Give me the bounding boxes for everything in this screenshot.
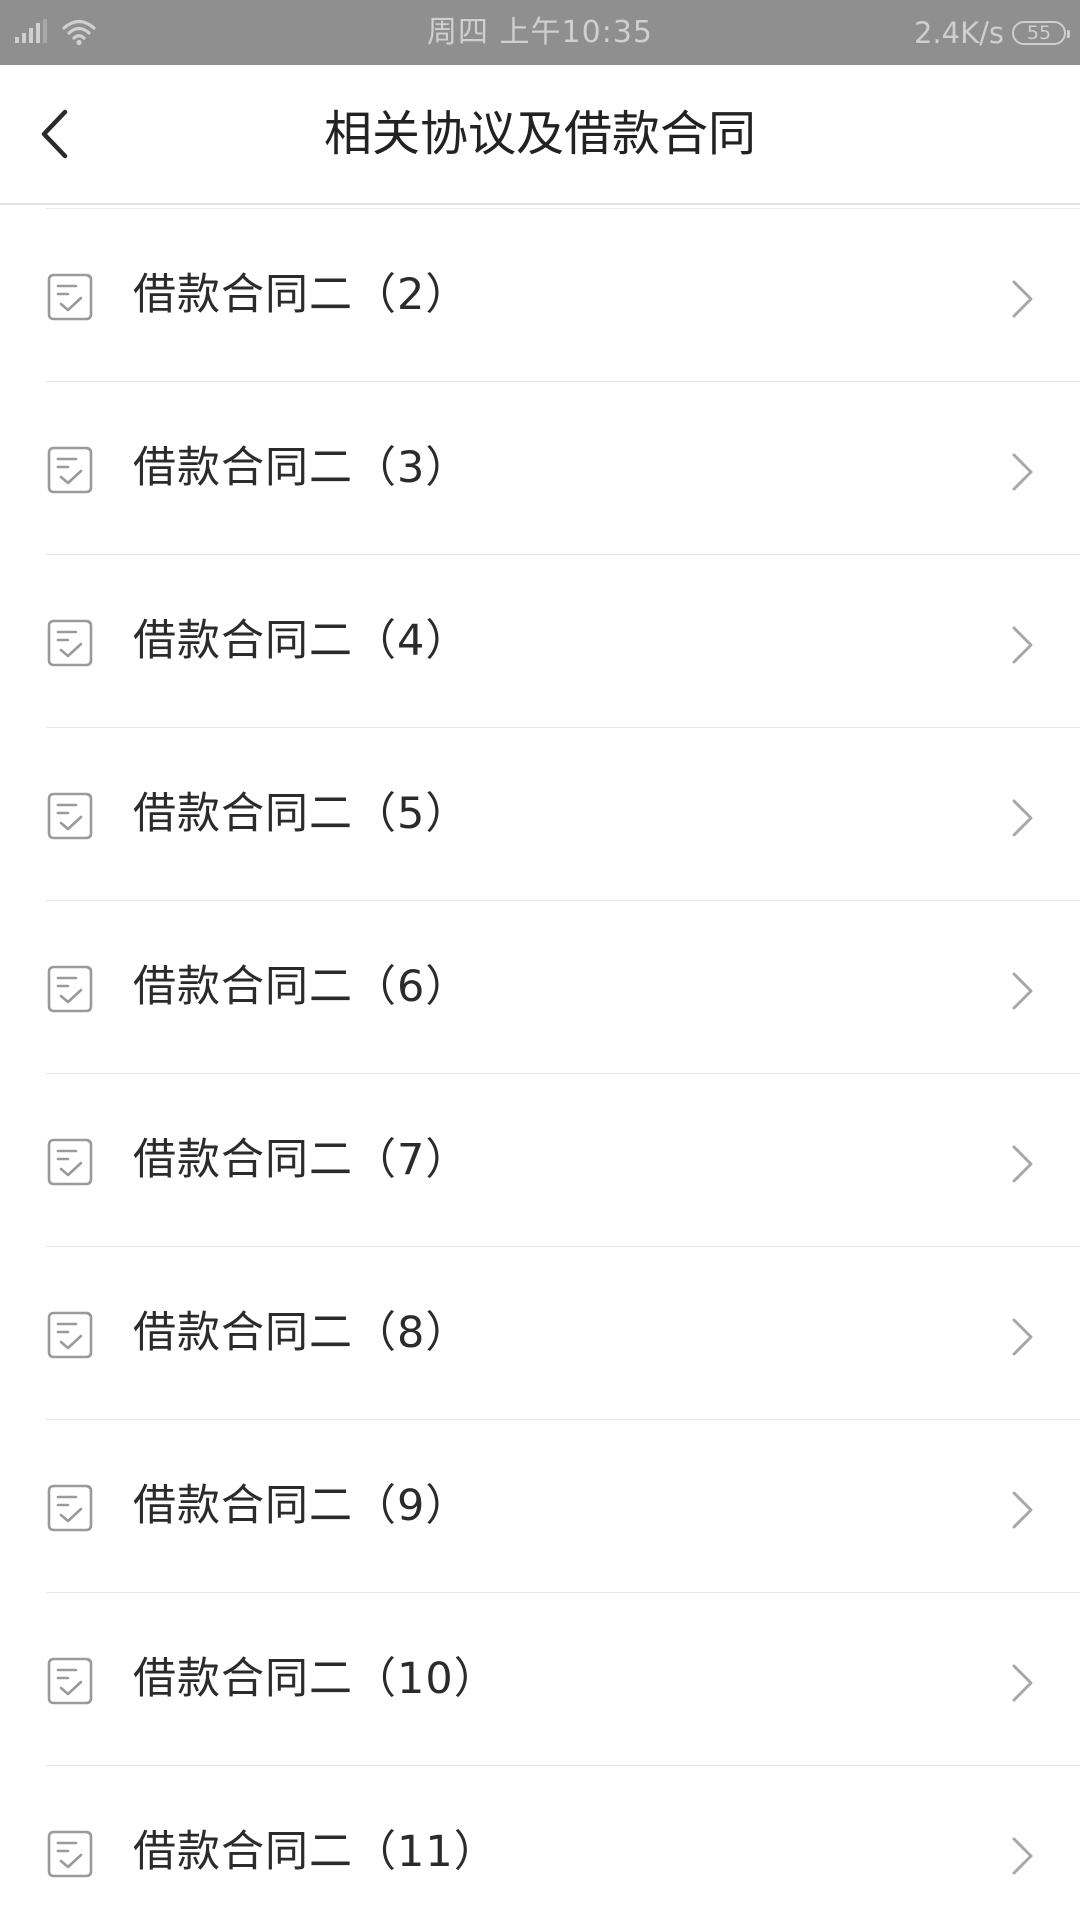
title-bar: 相关协议及借款合同 — [0, 65, 1080, 203]
list-item-label: 借款合同二（9） — [133, 1481, 470, 1531]
chevron-right-icon — [1012, 972, 1033, 1010]
chevron-right-icon — [1012, 280, 1033, 318]
document-check-icon — [47, 619, 93, 667]
document-check-icon — [47, 1311, 93, 1359]
document-check-icon — [47, 792, 93, 840]
chevron-right-icon — [1012, 626, 1033, 664]
list-item-label: 借款合同二（8） — [133, 1308, 470, 1358]
document-check-icon — [47, 273, 93, 321]
back-button[interactable] — [14, 94, 94, 174]
list-item-8[interactable]: 借款合同二（9） — [0, 1420, 1080, 1593]
list-item-label: 借款合同二（2） — [133, 270, 470, 320]
list-item-label: 借款合同二（4） — [133, 616, 470, 666]
list-item-label: 借款合同二（10） — [133, 1654, 498, 1704]
list-item-6[interactable]: 借款合同二（7） — [0, 1074, 1080, 1247]
chevron-right-icon — [1012, 1664, 1033, 1702]
chevron-right-icon — [1012, 1491, 1033, 1529]
document-check-icon — [47, 1484, 93, 1532]
battery-icon: 55 — [1012, 20, 1070, 45]
chevron-right-icon — [1012, 453, 1033, 491]
list-item-10[interactable]: 借款合同二（11） — [0, 1766, 1080, 1920]
list-item-4[interactable]: 借款合同二（5） — [0, 728, 1080, 901]
document-check-icon — [47, 1830, 93, 1878]
list-item-label: 借款合同二（3） — [133, 443, 470, 493]
document-check-icon — [47, 1657, 93, 1705]
list-item-label: 借款合同二（11） — [133, 1827, 498, 1877]
chevron-right-icon — [1012, 1145, 1033, 1183]
contract-list: 借款合同二（2） 借款合同二（3） 借款合同二（4） 借款合同二（5） 借款合同… — [0, 209, 1080, 1920]
list-item-5[interactable]: 借款合同二（6） — [0, 901, 1080, 1074]
status-right: 2.4K/s 55 — [913, 0, 1070, 65]
document-check-icon — [47, 1138, 93, 1186]
net-speed: 2.4K/s — [913, 15, 1004, 50]
list-item-1[interactable]: 借款合同二（2） — [0, 209, 1080, 382]
list-item-2[interactable]: 借款合同二（3） — [0, 382, 1080, 555]
document-check-icon — [47, 446, 93, 494]
app-screen: 周四 上午10:35 2.4K/s 55 相关协议及借款合同 借款合同二（2） … — [0, 0, 1080, 1920]
chevron-left-icon — [41, 109, 68, 159]
list-item-3[interactable]: 借款合同二（4） — [0, 555, 1080, 728]
list-item-label: 借款合同二（5） — [133, 789, 470, 839]
status-bar: 周四 上午10:35 2.4K/s 55 — [0, 0, 1080, 65]
chevron-right-icon — [1012, 799, 1033, 837]
chevron-right-icon — [1012, 1837, 1033, 1875]
list-item-label: 借款合同二（6） — [133, 962, 470, 1012]
list-item-9[interactable]: 借款合同二（10） — [0, 1593, 1080, 1766]
chevron-right-icon — [1012, 1318, 1033, 1356]
battery-level: 55 — [1026, 21, 1052, 44]
list-item-7[interactable]: 借款合同二（8） — [0, 1247, 1080, 1420]
page-title: 相关协议及借款合同 — [323, 106, 756, 162]
document-check-icon — [47, 965, 93, 1013]
header-divider — [0, 203, 1080, 205]
list-item-label: 借款合同二（7） — [133, 1135, 470, 1185]
